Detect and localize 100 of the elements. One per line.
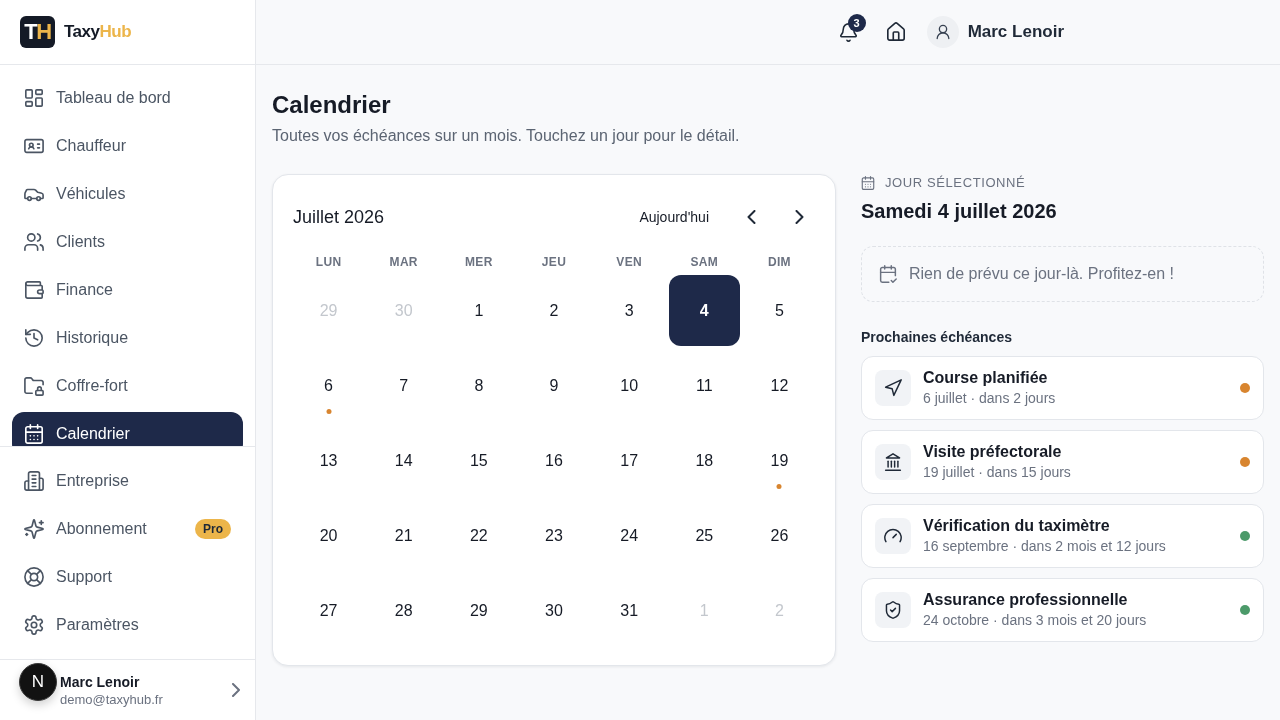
logo-mark: TH bbox=[20, 16, 55, 48]
deadline-card[interactable]: Vérification du taximètre 16 septembre · dans 2 mois et 12 jours bbox=[861, 504, 1264, 568]
wallet-icon bbox=[24, 280, 44, 300]
calendar-day[interactable]: 23 bbox=[518, 500, 590, 571]
weekday-label: JEU bbox=[541, 254, 567, 270]
calendar-day[interactable]: 4 bbox=[668, 275, 740, 346]
calendar-day[interactable]: 21 bbox=[368, 500, 440, 571]
weekday-label: LUN bbox=[315, 254, 342, 270]
calendar-day[interactable]: 9 bbox=[518, 350, 590, 421]
plan-badge: Pro bbox=[195, 519, 231, 539]
sidebar-item[interactable]: Coffre-fort bbox=[12, 364, 243, 408]
page-subtitle: Toutes vos échéances sur un mois. Touchez un jour pour le détail. bbox=[272, 127, 740, 144]
selected-date: Samedi 4 juillet 2026 bbox=[861, 199, 1057, 224]
calendar-day[interactable]: 3 bbox=[593, 275, 665, 346]
deadline-detail: 19 juillet · dans 15 jours bbox=[923, 463, 1071, 482]
chevron-left-icon bbox=[746, 210, 756, 224]
deadline-card[interactable]: Course planifiée 6 juillet · dans 2 jours bbox=[861, 356, 1264, 420]
sidebar-item[interactable]: Tableau de bord bbox=[12, 76, 243, 120]
calendar-day[interactable]: 27 bbox=[293, 575, 365, 646]
section-title: Prochaines échéances bbox=[861, 328, 1012, 347]
calendar-day[interactable]: 11 bbox=[668, 350, 740, 421]
settings-icon bbox=[24, 615, 44, 635]
sidebar-item[interactable]: Chauffeur bbox=[12, 124, 243, 168]
calendar-day[interactable]: 31 bbox=[593, 575, 665, 646]
sparkles-icon bbox=[24, 519, 44, 539]
calendar-day[interactable]: 24 bbox=[593, 500, 665, 571]
deadline-detail: 16 septembre · dans 2 mois et 12 jours bbox=[923, 537, 1166, 556]
weekday-label: MER bbox=[465, 254, 493, 270]
calendar-day[interactable]: 25 bbox=[668, 500, 740, 571]
calendar-day[interactable]: 6 bbox=[293, 350, 365, 421]
sidebar-item[interactable]: Finance bbox=[12, 268, 243, 312]
empty-state-message: Rien de prévu ce jour-là. Profitez-en ! bbox=[909, 264, 1174, 284]
calendar-day[interactable]: 15 bbox=[443, 425, 515, 496]
sidebar-item[interactable]: Paramètres bbox=[12, 603, 243, 647]
home-icon bbox=[885, 22, 906, 42]
calendar-day[interactable]: 16 bbox=[518, 425, 590, 496]
calendar-day[interactable]: 17 bbox=[593, 425, 665, 496]
deadline-card[interactable]: Visite préfectorale 19 juillet · dans 15 jours bbox=[861, 430, 1264, 494]
deadline-card[interactable]: Assurance professionnelle 24 octobre · dans 3 mois et 20 jours bbox=[861, 578, 1264, 642]
user-name: Marc Lenoir bbox=[60, 672, 140, 691]
sidebar-item[interactable]: Entreprise bbox=[12, 459, 243, 503]
gauge-icon bbox=[875, 518, 911, 554]
chevron-right-icon bbox=[794, 210, 804, 224]
history-icon bbox=[24, 328, 44, 348]
weekday-label: MAR bbox=[389, 254, 418, 270]
notifications-button[interactable]: 3 bbox=[830, 14, 867, 50]
calendar-day[interactable]: 1 bbox=[443, 275, 515, 346]
dev-indicator-button[interactable]: N bbox=[19, 663, 57, 701]
sidebar-item[interactable]: Abonnement Pro bbox=[12, 507, 243, 551]
avatar-icon[interactable] bbox=[926, 16, 959, 48]
calendar-icon bbox=[861, 176, 875, 190]
calendar-day[interactable]: 7 bbox=[368, 350, 440, 421]
chevron-right-icon[interactable] bbox=[231, 683, 241, 697]
calendar-day[interactable]: 30 bbox=[518, 575, 590, 646]
calendar-day[interactable]: 29 bbox=[443, 575, 515, 646]
calendar-icon bbox=[24, 424, 44, 444]
calendar-day[interactable]: 28 bbox=[368, 575, 440, 646]
calendar-day[interactable]: 5 bbox=[743, 275, 815, 346]
deadline-title: Course planifiée bbox=[923, 368, 1048, 388]
sidebar-item[interactable]: Historique bbox=[12, 316, 243, 360]
lifebuoy-icon bbox=[24, 567, 44, 587]
calendar-day[interactable]: 20 bbox=[293, 500, 365, 571]
today-button[interactable]: Aujourd'hui bbox=[627, 201, 721, 233]
deadline-title: Vérification du taximètre bbox=[923, 516, 1110, 536]
calendar-day[interactable]: 22 bbox=[443, 500, 515, 571]
user-name[interactable]: Marc Lenoir bbox=[967, 19, 1064, 45]
calendar-day[interactable]: 18 bbox=[668, 425, 740, 496]
weekday-label: VEN bbox=[616, 254, 642, 270]
sidebar-item[interactable]: Support bbox=[12, 555, 243, 599]
sidebar-item[interactable]: Calendrier bbox=[12, 412, 243, 446]
calendar-day[interactable]: 10 bbox=[593, 350, 665, 421]
calendar-day[interactable]: 19 bbox=[743, 425, 815, 496]
shield-check-icon bbox=[875, 592, 911, 628]
users-icon bbox=[24, 232, 44, 252]
sidebar-item[interactable]: Clients bbox=[12, 220, 243, 264]
sidebar-item[interactable]: Véhicules bbox=[12, 172, 243, 216]
dashboard-icon bbox=[24, 88, 44, 108]
deadline-title: Assurance professionnelle bbox=[923, 590, 1128, 610]
calendar-day[interactable]: 14 bbox=[368, 425, 440, 496]
section-label: JOUR SÉLECTIONNÉ bbox=[885, 174, 1026, 193]
month-title: Juillet 2026 bbox=[293, 205, 386, 229]
id-card-icon bbox=[24, 136, 44, 156]
page-title: Calendrier bbox=[272, 91, 391, 118]
calendar-day[interactable]: 2 bbox=[518, 275, 590, 346]
weekday-label: DIM bbox=[767, 254, 791, 270]
deadline-title: Visite préfectorale bbox=[923, 442, 1062, 462]
deadline-detail: 24 octobre · dans 3 mois et 20 jours bbox=[923, 611, 1147, 630]
landmark-icon bbox=[875, 444, 911, 480]
calendar-day[interactable]: 8 bbox=[443, 350, 515, 421]
weekday-label: SAM bbox=[690, 254, 719, 270]
building-icon bbox=[24, 471, 44, 491]
calendar-check-icon bbox=[879, 265, 897, 283]
navigation-icon bbox=[875, 370, 911, 406]
brand-name: TaxyHub bbox=[64, 21, 132, 44]
user-email: demo@taxyhub.fr bbox=[60, 690, 163, 708]
calendar-day[interactable]: 26 bbox=[743, 500, 815, 571]
calendar-day[interactable]: 13 bbox=[293, 425, 365, 496]
calendar-day[interactable]: 12 bbox=[743, 350, 815, 421]
deadline-detail: 6 juillet · dans 2 jours bbox=[923, 389, 1056, 408]
folder-lock-icon bbox=[24, 376, 44, 396]
